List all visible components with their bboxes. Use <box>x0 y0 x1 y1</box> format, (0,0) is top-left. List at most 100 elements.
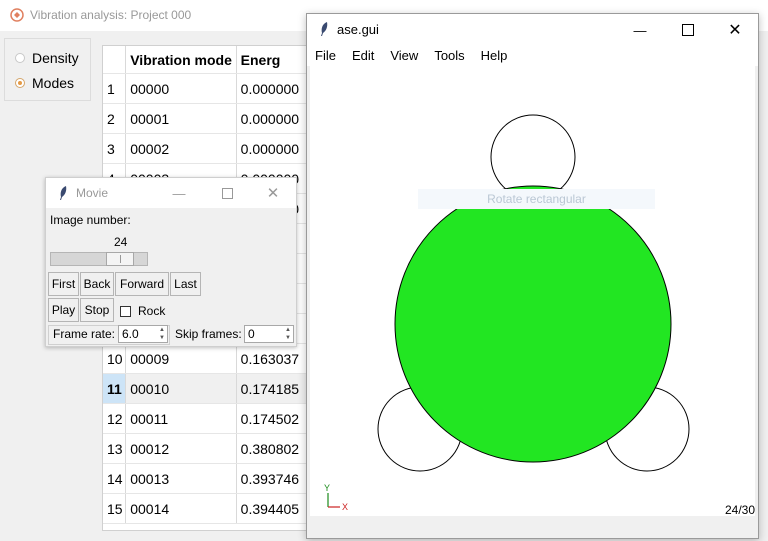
row-index: 13 <box>103 433 127 464</box>
frame-rate-label: Frame rate: <box>53 327 116 341</box>
spin-arrows-icon[interactable]: ▲ ▼ <box>157 326 167 342</box>
table-row[interactable]: 13 00012 0.380802 <box>103 433 313 464</box>
vibration-mode-cell: 00010 <box>125 373 237 404</box>
minimize-button[interactable]: — <box>617 15 663 45</box>
close-button[interactable]: ✕ <box>712 15 758 45</box>
structure-canvas[interactable]: Y X 24/30 Rotate rectangular <box>310 66 755 517</box>
row-index: 10 <box>103 343 127 374</box>
ase-gui-window: ase.gui — ✕ File Edit View Tools Help Y … <box>306 13 759 539</box>
maximize-button[interactable] <box>665 15 711 45</box>
rock-label: Rock <box>138 304 166 318</box>
play-button[interactable]: Play <box>48 298 79 322</box>
center-atom[interactable] <box>394 185 672 463</box>
close-icon: ✕ <box>728 22 742 39</box>
row-index: 11 <box>103 373 127 404</box>
row-index: 2 <box>103 103 127 134</box>
vibration-mode-cell: 00011 <box>125 403 237 434</box>
forward-button[interactable]: Forward <box>115 272 169 296</box>
close-button[interactable]: ✕ <box>250 178 296 208</box>
maximize-icon <box>682 24 694 36</box>
row-index: 14 <box>103 463 127 494</box>
table-row[interactable]: 14 00013 0.393746 <box>103 463 313 494</box>
menu-view[interactable]: View <box>382 46 426 66</box>
table-row[interactable]: 10 00009 0.163037 <box>103 343 313 374</box>
spin-arrows-icon[interactable]: ▲ ▼ <box>283 326 293 342</box>
feather-icon <box>60 186 67 200</box>
table-row[interactable]: 11 00010 0.174185 <box>103 373 313 404</box>
feather-icon <box>321 22 328 36</box>
energy-cell: 0.174502 <box>236 403 313 434</box>
axis-x-label: X <box>342 502 348 512</box>
menu-help[interactable]: Help <box>473 46 516 66</box>
radio-density-indicator[interactable] <box>15 53 25 63</box>
rotate-tooltip: Rotate rectangular <box>418 189 655 209</box>
energy-cell: 0.000000 <box>236 133 313 164</box>
energy-cell: 0.380802 <box>236 433 313 464</box>
table-row[interactable]: 2 00001 0.000000 <box>103 103 313 134</box>
column-header-energy[interactable]: Energ <box>236 46 313 74</box>
vibration-mode-cell: 00000 <box>125 73 237 104</box>
menu-bar: File Edit View Tools Help <box>307 46 758 66</box>
energy-cell: 0.163037 <box>236 343 313 374</box>
skip-frames-spinbox[interactable]: 0 ▲ ▼ <box>244 325 294 343</box>
radio-density[interactable]: Density <box>15 48 79 68</box>
molecule-view: Y X 24/30 <box>324 114 755 517</box>
radio-density-label: Density <box>32 50 79 66</box>
skip-frames-label: Skip frames: <box>175 327 242 341</box>
rock-checkbox-box[interactable] <box>120 305 131 317</box>
vibration-mode-cell: 00013 <box>125 463 237 494</box>
close-icon: ✕ <box>266 185 280 202</box>
minimize-icon: — <box>172 185 186 201</box>
stop-button[interactable]: Stop <box>80 298 114 322</box>
back-button[interactable]: Back <box>80 272 114 296</box>
table-row[interactable]: 1 00000 0.000000 <box>103 73 313 104</box>
table-row[interactable]: 3 00002 0.000000 <box>103 133 313 164</box>
energy-cell: 0.000000 <box>236 103 313 134</box>
skip-frames-value: 0 <box>248 327 255 341</box>
status-bar <box>307 516 758 538</box>
ase-title-bar: ase.gui — ✕ <box>307 14 758 46</box>
table-header-row: Vibration mode Energ <box>103 46 313 74</box>
row-index: 3 <box>103 133 127 164</box>
main-window-title: Vibration analysis: Project 000 <box>30 8 192 22</box>
row-index: 1 <box>103 73 127 104</box>
view-mode-radio-group: Density Modes <box>4 38 91 101</box>
energy-cell: 0.394405 <box>236 493 313 524</box>
minimize-button[interactable]: — <box>156 178 202 208</box>
menu-file[interactable]: File <box>307 46 344 66</box>
frame-rate-value: 6.0 <box>122 327 139 341</box>
axis-y-label: Y <box>324 483 330 493</box>
radio-modes[interactable]: Modes <box>15 73 74 93</box>
frame-rate-spinbox[interactable]: 6.0 ▲ ▼ <box>118 325 168 343</box>
vibration-mode-cell: 00012 <box>125 433 237 464</box>
menu-tools[interactable]: Tools <box>426 46 472 66</box>
table-row[interactable]: 12 00011 0.174502 <box>103 403 313 434</box>
movie-window-title: Movie <box>76 186 109 200</box>
app-icon <box>10 8 24 22</box>
image-number-label: Image number: <box>50 213 131 227</box>
first-button[interactable]: First <box>48 272 79 296</box>
movie-title-bar: Movie — ✕ <box>46 178 296 208</box>
ase-window-title: ase.gui <box>337 22 379 37</box>
vibration-mode-cell: 00014 <box>125 493 237 524</box>
energy-cell: 0.174185 <box>236 373 313 404</box>
image-slider-thumb[interactable] <box>106 252 134 266</box>
frame-counter: 24/30 <box>725 503 755 516</box>
column-header-vibration-mode[interactable]: Vibration mode <box>125 46 237 74</box>
last-button[interactable]: Last <box>170 272 201 296</box>
vibration-mode-cell: 00001 <box>125 103 237 134</box>
image-number-value: 24 <box>114 235 128 249</box>
rock-checkbox[interactable]: Rock <box>120 304 165 318</box>
row-index: 12 <box>103 403 127 434</box>
row-index: 15 <box>103 493 127 524</box>
radio-modes-indicator[interactable] <box>15 78 25 88</box>
movie-window: Movie — ✕ Image number: 24 First Back Fo… <box>45 177 297 347</box>
maximize-icon <box>221 187 233 199</box>
menu-edit[interactable]: Edit <box>344 46 382 66</box>
table-row[interactable]: 15 00014 0.394405 <box>103 493 313 524</box>
energy-cell: 0.393746 <box>236 463 313 494</box>
vibration-mode-cell: 00002 <box>125 133 237 164</box>
column-header-index <box>103 46 127 74</box>
maximize-button[interactable] <box>204 178 250 208</box>
energy-cell: 0.000000 <box>236 73 313 104</box>
